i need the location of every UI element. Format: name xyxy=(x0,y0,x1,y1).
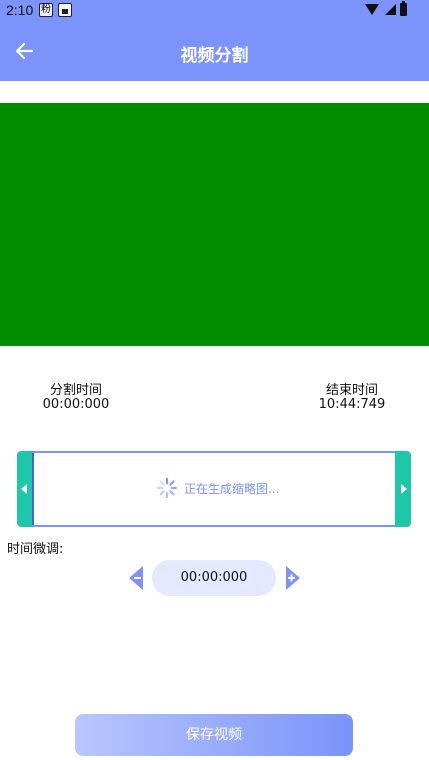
notification-app-icon: 粉 xyxy=(39,3,53,17)
playhead-marker[interactable] xyxy=(32,453,34,525)
app-bar: 视频分割 xyxy=(0,22,429,81)
fine-tune-time-display: 00:00:000 xyxy=(152,560,276,596)
thumbnail-loading: 正在生成缩略图... xyxy=(156,477,306,499)
save-video-button[interactable]: 保存视频 xyxy=(75,714,353,756)
loading-text: 正在生成缩略图... xyxy=(184,482,280,496)
page-title: 视频分割 xyxy=(180,46,249,66)
signal-icon xyxy=(385,4,396,15)
fine-tune-label: 时间微调: xyxy=(7,542,64,557)
lock-notification-icon xyxy=(58,3,72,17)
status-bar: 2:10 粉 xyxy=(0,0,429,22)
top-bar: 2:10 粉 视频分割 xyxy=(0,0,429,81)
spinner-icon xyxy=(156,477,178,499)
end-time-label: 结束时间 xyxy=(325,383,378,398)
video-preview[interactable] xyxy=(0,103,429,346)
status-time: 2:10 xyxy=(6,2,34,18)
trim-handle-left[interactable] xyxy=(17,451,33,527)
chevron-left-icon xyxy=(21,484,27,494)
increase-time-button[interactable] xyxy=(285,566,301,590)
minus-icon xyxy=(129,566,143,590)
plus-icon xyxy=(286,566,300,590)
split-time-value: 00:00:000 xyxy=(42,397,110,412)
wifi-icon xyxy=(365,4,379,15)
split-time-label: 分割时间 xyxy=(49,383,102,398)
battery-icon xyxy=(400,1,407,16)
chevron-right-icon xyxy=(401,484,407,494)
trim-handle-right[interactable] xyxy=(395,451,411,527)
decrease-time-button[interactable] xyxy=(128,566,144,590)
end-time-value: 10:44:749 xyxy=(318,397,386,412)
